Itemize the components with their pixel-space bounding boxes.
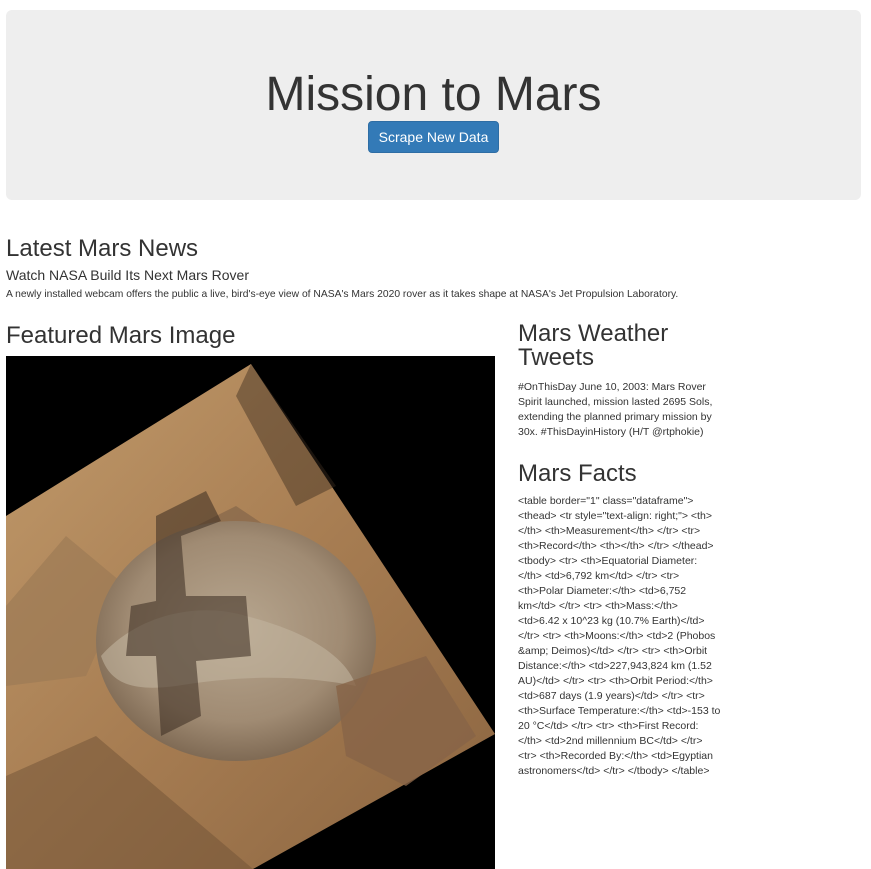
featured-mars-image xyxy=(6,356,495,869)
news-section-title: Latest Mars News xyxy=(6,235,199,262)
news-headline: Watch NASA Build Its Next Mars Rover xyxy=(6,267,249,283)
weather-section-title: Mars Weather Tweets xyxy=(518,320,669,371)
page-title: Mission to Mars xyxy=(265,68,602,121)
weather-tweet: #OnThisDay June 10, 2003: Mars Rover Spi… xyxy=(518,381,713,438)
facts-table-raw: <table border="1" class="dataframe"> <th… xyxy=(518,495,721,777)
mars-rock-photo xyxy=(6,364,495,869)
scrape-new-data-button[interactable]: Scrape New Data xyxy=(368,121,499,153)
facts-section-title: Mars Facts xyxy=(518,460,637,487)
featured-image-title: Featured Mars Image xyxy=(6,322,236,349)
news-teaser: A newly installed webcam offers the publ… xyxy=(6,289,679,300)
jumbotron-header: Mission to Mars Scrape New Data xyxy=(6,10,861,200)
